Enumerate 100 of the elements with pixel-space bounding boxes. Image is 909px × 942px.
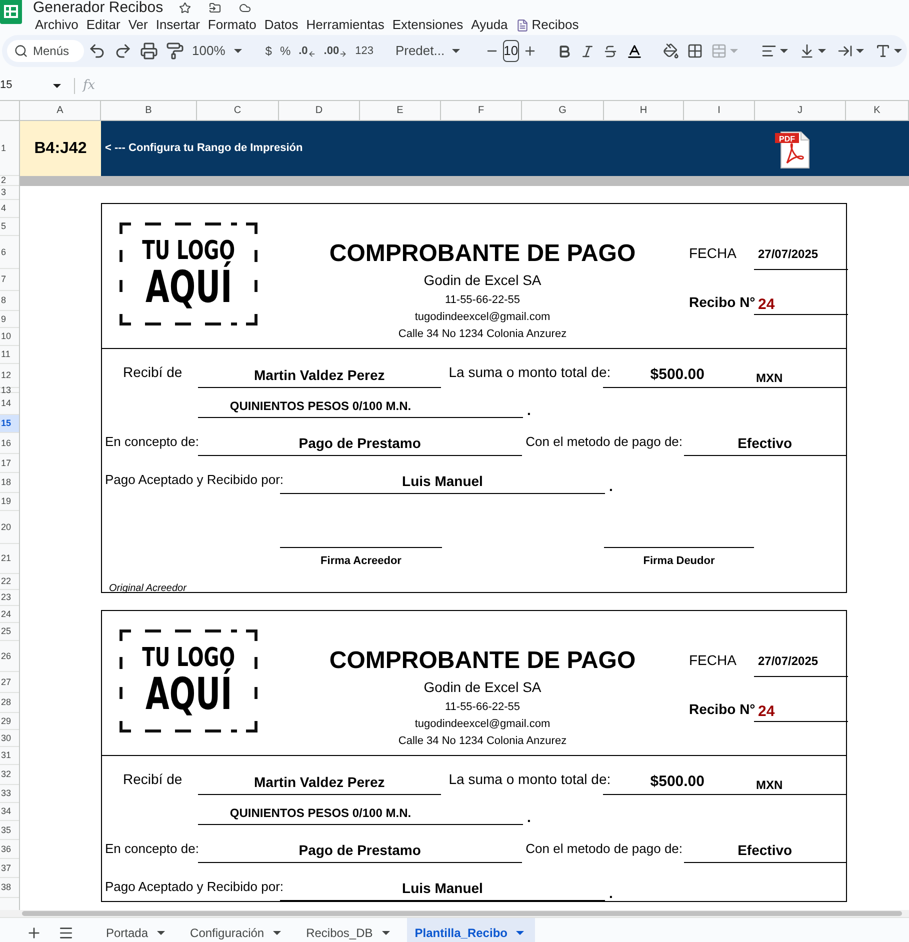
dropdown-caret-icon [516, 930, 524, 934]
period-mark: . [608, 885, 613, 901]
star-icon[interactable] [177, 2, 194, 14]
dropdown-caret-icon [452, 49, 460, 53]
row-header[interactable]: 38 [0, 878, 19, 898]
dropdown-caret-icon [234, 49, 242, 53]
row-header[interactable]: 4 [0, 200, 19, 218]
zoom-dropdown[interactable]: 100% [188, 38, 250, 64]
sheet-tab[interactable]: Configuración [182, 918, 292, 942]
plus-icon [26, 924, 42, 940]
font-dropdown[interactable]: Predet... [389, 38, 469, 64]
row-header[interactable]: 3 [0, 186, 19, 200]
cloud-icon[interactable] [237, 2, 254, 14]
menu-item[interactable]: Ayuda [467, 15, 512, 35]
row-header[interactable]: 26 [0, 641, 19, 672]
menu-item[interactable]: Archivo [31, 15, 82, 35]
menu-item[interactable]: Herramientas [302, 15, 388, 35]
dropdown-caret-icon [157, 930, 166, 934]
company-email: tugodindeexcel@gmail.com [414, 717, 550, 731]
row-header[interactable]: 37 [0, 859, 19, 878]
number-format-button[interactable]: 123 [351, 38, 378, 64]
font-size-field[interactable]: 10 [502, 40, 520, 62]
row-header[interactable]: 19 [0, 493, 19, 511]
row-header[interactable]: 16 [0, 433, 19, 454]
row-header[interactable]: 29 [0, 713, 19, 730]
menu-icon [58, 924, 74, 940]
row-header[interactable]: 10 [0, 328, 19, 346]
sheet-tab[interactable]: Recibos_DB [298, 918, 401, 942]
receipt-title: COMPROBANTE DE PAGO [329, 647, 636, 675]
column-header[interactable]: G [522, 101, 604, 120]
menu-item[interactable]: Insertar [152, 15, 204, 35]
row-header[interactable]: 25 [0, 623, 19, 641]
column-header[interactable]: E [360, 101, 441, 120]
row-header[interactable]: 12 [0, 364, 19, 388]
row-header[interactable]: 2 [0, 176, 19, 186]
column-header[interactable]: C [197, 101, 279, 120]
menu-item[interactable]: Formato [204, 15, 260, 35]
row-header[interactable]: 24 [0, 606, 19, 623]
row-header[interactable]: 15 [0, 415, 19, 433]
row-header[interactable]: 33 [0, 785, 19, 803]
row-header[interactable]: 22 [0, 574, 19, 590]
company-address: Calle 34 No 1234 Colonia Anzurez [398, 327, 567, 341]
printer-icon [140, 42, 158, 60]
row-header[interactable]: 30 [0, 730, 19, 747]
currency-format-button[interactable]: $ [261, 38, 276, 64]
horizontal-scrollbar[interactable] [22, 911, 902, 916]
row-header[interactable]: 23 [0, 590, 19, 606]
sheet-tab[interactable]: Plantilla_Recibo [406, 918, 536, 942]
row-header[interactable]: 28 [0, 693, 19, 713]
row-header[interactable]: 13 [0, 388, 19, 393]
column-header[interactable]: K [846, 101, 909, 120]
increase-decimals-button[interactable]: .00 [320, 38, 352, 64]
name-box[interactable]: 15 [0, 77, 66, 94]
menu-item[interactable]: Editar [82, 15, 124, 35]
receipt-number-label: Recibo N° [688, 293, 754, 312]
payer-name: Martin Valdez Perez [254, 773, 385, 792]
row-header[interactable]: 27 [0, 672, 19, 693]
plus-icon [523, 44, 538, 58]
percent-format-button[interactable]: % [276, 38, 295, 64]
bold-icon [557, 44, 572, 58]
field-label: En concepto de: [105, 434, 199, 449]
column-header[interactable]: J [755, 101, 846, 120]
menu-item[interactable]: Ver [124, 15, 152, 35]
sheet-tab[interactable]: Portada [98, 918, 176, 942]
row-header[interactable]: 9 [0, 311, 19, 328]
receipt-number: 24 [758, 703, 775, 721]
row-header[interactable]: 21 [0, 544, 19, 574]
menu-item[interactable]: Recibos [512, 15, 583, 35]
row-header[interactable]: 1 [0, 121, 19, 176]
column-header[interactable]: F [441, 101, 522, 120]
row-header[interactable]: 17 [0, 454, 19, 473]
column-header[interactable]: A [20, 101, 101, 120]
column-header[interactable]: I [684, 101, 755, 120]
document-title[interactable]: Generador Recibos [33, 0, 164, 16]
field-label: Con el metodo de pago de: [526, 841, 683, 856]
field-label: La suma o monto total de: [448, 364, 611, 380]
menu-item[interactable]: Extensiones [388, 15, 468, 35]
undo-icon [88, 42, 106, 60]
row-header[interactable]: 36 [0, 840, 19, 859]
folder-icon[interactable] [207, 2, 224, 14]
row-header[interactable]: 7 [0, 269, 19, 291]
row-header[interactable]: 35 [0, 821, 19, 840]
menu-item[interactable]: Datos [260, 15, 302, 35]
signature-label: Firma Deudor [643, 554, 715, 570]
row-header[interactable]: 32 [0, 765, 19, 785]
row-header[interactable]: 6 [0, 236, 19, 269]
row-header[interactable]: 18 [0, 473, 19, 493]
dropdown-caret-icon [894, 49, 902, 53]
row-header[interactable]: 31 [0, 747, 19, 765]
column-header[interactable]: D [279, 101, 360, 120]
row-header[interactable]: 8 [0, 291, 19, 311]
row-header[interactable]: 11 [0, 346, 19, 364]
row-header[interactable]: 34 [0, 803, 19, 821]
column-header[interactable]: H [604, 101, 684, 120]
column-header[interactable]: B [101, 101, 197, 120]
decrease-decimals-button[interactable]: .0 [294, 38, 320, 64]
text-color-icon [626, 42, 644, 60]
row-header[interactable]: 20 [0, 511, 19, 544]
row-header[interactable]: 5 [0, 218, 19, 236]
menu-search-field[interactable]: Menús [7, 40, 84, 62]
